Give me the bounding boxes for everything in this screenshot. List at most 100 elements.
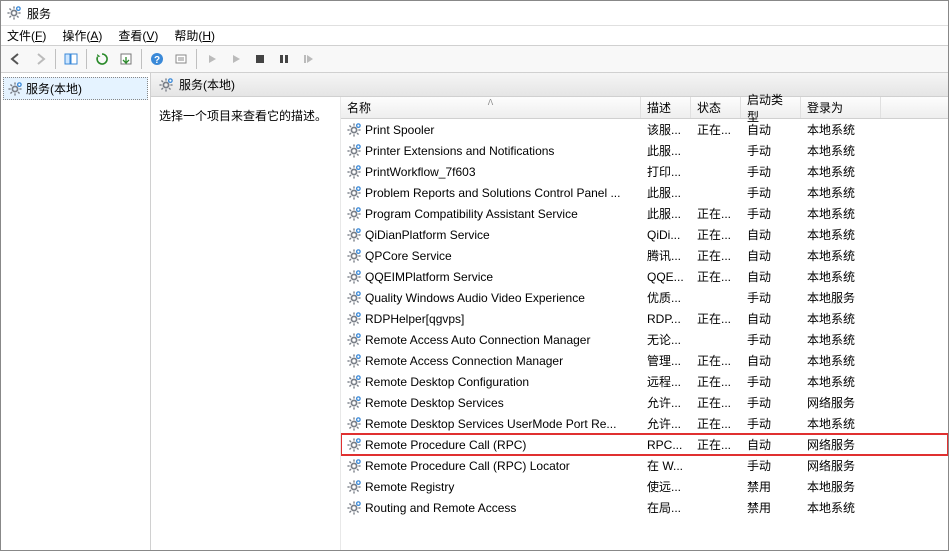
service-start-cell: 手动	[741, 373, 801, 390]
gear-icon	[347, 333, 361, 347]
gear-icon	[347, 417, 361, 431]
column-header-name[interactable]: 名称ᐱ	[341, 97, 641, 118]
service-name-cell: Program Compatibility Assistant Service	[341, 207, 641, 221]
help-button[interactable]: ?	[146, 48, 168, 70]
service-name: Printer Extensions and Notifications	[365, 144, 554, 158]
service-status-cell: 正在...	[691, 373, 741, 390]
list-header: 名称ᐱ 描述 状态 启动类型 登录为	[341, 97, 948, 119]
service-status-cell: 正在...	[691, 415, 741, 432]
service-name-cell: Remote Procedure Call (RPC)	[341, 438, 641, 452]
gear-icon	[8, 82, 22, 96]
service-start-cell: 手动	[741, 394, 801, 411]
service-start-cell: 手动	[741, 205, 801, 222]
description-pane: 选择一个项目来查看它的描述。	[151, 97, 341, 550]
service-login-cell: 网络服务	[801, 436, 881, 453]
service-row[interactable]: Remote Procedure Call (RPC) Locator在 W..…	[341, 455, 948, 476]
service-row[interactable]: Remote Access Connection Manager管理...正在.…	[341, 350, 948, 371]
service-name-cell: Remote Procedure Call (RPC) Locator	[341, 459, 641, 473]
titlebar: 服务	[1, 1, 948, 25]
tree-pane: 服务(本地)	[1, 73, 151, 550]
gear-icon	[347, 249, 361, 263]
service-name: Quality Windows Audio Video Experience	[365, 291, 585, 305]
nav-back-button[interactable]	[5, 48, 27, 70]
service-start-cell: 自动	[741, 226, 801, 243]
gear-icon	[347, 228, 361, 242]
refresh-button[interactable]	[91, 48, 113, 70]
menu-help[interactable]: 帮助(H)	[174, 27, 215, 44]
service-row[interactable]: Remote Registry使远...禁用本地服务	[341, 476, 948, 497]
service-name-cell: Remote Desktop Services	[341, 396, 641, 410]
gear-icon	[347, 438, 361, 452]
service-login-cell: 本地系统	[801, 121, 881, 138]
service-row[interactable]: Program Compatibility Assistant Service此…	[341, 203, 948, 224]
service-row[interactable]: PrintWorkflow_7f603打印...手动本地系统	[341, 161, 948, 182]
service-login-cell: 本地系统	[801, 373, 881, 390]
show-hide-tree-button[interactable]	[60, 48, 82, 70]
gear-icon	[347, 312, 361, 326]
pause-service-button[interactable]	[273, 48, 295, 70]
service-status-cell: 正在...	[691, 436, 741, 453]
service-row[interactable]: Remote Desktop Configuration远程...正在...手动…	[341, 371, 948, 392]
menu-view[interactable]: 查看(V)	[118, 27, 158, 44]
gear-icon	[347, 144, 361, 158]
service-row[interactable]: QQEIMPlatform ServiceQQE...正在...自动本地系统	[341, 266, 948, 287]
tree-item-services-local[interactable]: 服务(本地)	[3, 77, 148, 100]
column-header-logon[interactable]: 登录为	[801, 97, 881, 118]
service-login-cell: 本地系统	[801, 184, 881, 201]
service-login-cell: 本地系统	[801, 205, 881, 222]
gear-icon	[347, 207, 361, 221]
service-name-cell: Remote Access Connection Manager	[341, 354, 641, 368]
column-header-startup[interactable]: 启动类型	[741, 97, 801, 118]
service-name-cell: RDPHelper[qgvps]	[341, 312, 641, 326]
properties-button[interactable]	[170, 48, 192, 70]
service-row[interactable]: Quality Windows Audio Video Experience优质…	[341, 287, 948, 308]
service-start-cell: 手动	[741, 331, 801, 348]
service-row[interactable]: QPCore Service腾讯...正在...自动本地系统	[341, 245, 948, 266]
service-desc-cell: 该服...	[641, 121, 691, 138]
service-status-cell: 正在...	[691, 205, 741, 222]
main-pane-title: 服务(本地)	[179, 76, 235, 93]
service-status-cell: 正在...	[691, 268, 741, 285]
service-status-cell: 正在...	[691, 310, 741, 327]
service-row[interactable]: Remote Procedure Call (RPC)RPC...正在...自动…	[341, 434, 948, 455]
service-start-cell: 手动	[741, 289, 801, 306]
service-name-cell: Remote Desktop Services UserMode Port Re…	[341, 417, 641, 431]
column-header-status[interactable]: 状态	[691, 97, 741, 118]
service-row[interactable]: RDPHelper[qgvps]RDP...正在...自动本地系统	[341, 308, 948, 329]
gear-icon	[347, 270, 361, 284]
nav-forward-button[interactable]	[29, 48, 51, 70]
service-status-cell: 正在...	[691, 226, 741, 243]
service-start-cell: 自动	[741, 310, 801, 327]
service-name: Remote Access Connection Manager	[365, 354, 563, 368]
service-row[interactable]: Printer Extensions and Notifications此服..…	[341, 140, 948, 161]
service-login-cell: 本地系统	[801, 247, 881, 264]
service-row[interactable]: Remote Desktop Services UserMode Port Re…	[341, 413, 948, 434]
service-start-cell: 自动	[741, 247, 801, 264]
service-row[interactable]: QiDianPlatform ServiceQiDi...正在...自动本地系统	[341, 224, 948, 245]
service-row[interactable]: Problem Reports and Solutions Control Pa…	[341, 182, 948, 203]
service-name: QQEIMPlatform Service	[365, 270, 493, 284]
service-row[interactable]: Routing and Remote Access在局...禁用本地系统	[341, 497, 948, 518]
menu-action[interactable]: 操作(A)	[62, 27, 102, 44]
export-button[interactable]	[115, 48, 137, 70]
start-service-alt-button[interactable]	[225, 48, 247, 70]
service-row[interactable]: Remote Desktop Services允许...正在...手动网络服务	[341, 392, 948, 413]
start-service-button[interactable]	[201, 48, 223, 70]
service-name-cell: Print Spooler	[341, 123, 641, 137]
service-desc-cell: RDP...	[641, 312, 691, 326]
app-icon	[7, 6, 21, 20]
gear-icon	[347, 123, 361, 137]
service-row[interactable]: Remote Access Auto Connection Manager无论.…	[341, 329, 948, 350]
menu-file[interactable]: 文件(F)	[7, 27, 46, 44]
service-start-cell: 手动	[741, 142, 801, 159]
menubar: 文件(F) 操作(A) 查看(V) 帮助(H)	[1, 25, 948, 45]
gear-icon	[347, 501, 361, 515]
service-name: QPCore Service	[365, 249, 452, 263]
column-header-description[interactable]: 描述	[641, 97, 691, 118]
service-start-cell: 手动	[741, 457, 801, 474]
service-desc-cell: 此服...	[641, 184, 691, 201]
stop-service-button[interactable]	[249, 48, 271, 70]
service-list[interactable]: Print Spooler该服...正在...自动本地系统Printer Ext…	[341, 119, 948, 550]
service-row[interactable]: Print Spooler该服...正在...自动本地系统	[341, 119, 948, 140]
restart-service-button[interactable]	[297, 48, 319, 70]
